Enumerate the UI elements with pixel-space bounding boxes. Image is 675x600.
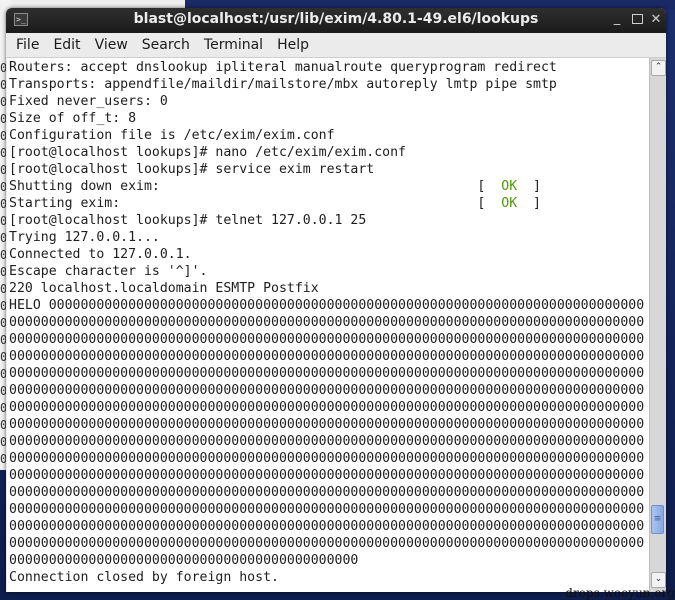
helo-payload-line: 0000000000000000000000000000000000000000… bbox=[9, 315, 645, 330]
status-ok: OK bbox=[501, 196, 518, 211]
service-status-line: Shutting down exim: [ OK ] bbox=[9, 179, 541, 194]
helo-line: HELO 00000000000000000000000000000000000… bbox=[9, 298, 645, 313]
terminal-line: Fixed never_users: 0 bbox=[9, 94, 168, 109]
service-status-line: Starting exim: [ OK ] bbox=[9, 196, 541, 211]
scrollbar-thumb[interactable]: ≡ bbox=[651, 505, 664, 534]
menu-search[interactable]: Search bbox=[135, 34, 197, 56]
helo-payload-line: 0000000000000000000000000000000000000000… bbox=[9, 383, 645, 398]
service-label: Shutting down exim: [ bbox=[9, 179, 502, 194]
scroll-up-button[interactable]: ⌃ bbox=[651, 60, 666, 76]
status-bracket: ] bbox=[533, 179, 541, 194]
menu-help[interactable]: Help bbox=[270, 34, 316, 56]
terminal-line: Configuration file is /etc/exim/exim.con… bbox=[9, 128, 335, 143]
vertical-scrollbar[interactable]: ⌃ ≡ ⌄ bbox=[649, 58, 666, 592]
terminal-line: [root@localhost lookups]# nano /etc/exim… bbox=[9, 145, 406, 160]
terminal-window: >_ blast@localhost:/usr/lib/exim/4.80.1-… bbox=[6, 8, 666, 592]
menu-file[interactable]: File bbox=[9, 34, 46, 56]
terminal-line: Size of off_t: 8 bbox=[9, 111, 137, 126]
helo-payload-line: 0000000000000000000000000000000000000000… bbox=[9, 536, 645, 551]
helo-payload-line: 0000000000000000000000000000000000000000… bbox=[9, 451, 645, 466]
helo-payload-line: 0000000000000000000000000000000000000000… bbox=[9, 349, 645, 364]
minimize-button[interactable]: _ bbox=[610, 11, 624, 26]
terminal-line: Routers: accept dnslookup ipliteral manu… bbox=[9, 60, 557, 75]
terminal-line: [root@localhost lookups]# service exim r… bbox=[9, 162, 375, 177]
helo-payload-line: 0000000000000000000000000000000000000000… bbox=[9, 417, 645, 432]
status-bracket: ] bbox=[533, 196, 541, 211]
helo-payload-line: 0000000000000000000000000000000000000000… bbox=[9, 332, 645, 347]
terminal-line: Connected to 127.0.0.1. bbox=[9, 247, 192, 262]
terminal-line: [root@localhost lookups]# telnet 127.0.0… bbox=[9, 213, 367, 228]
terminal-text: Routers: accept dnslookup ipliteral manu… bbox=[7, 58, 649, 586]
helo-payload-line: 0000000000000000000000000000000000000000… bbox=[9, 468, 645, 483]
maximize-button[interactable] bbox=[630, 12, 644, 28]
window-title: blast@localhost:/usr/lib/exim/4.80.1-49.… bbox=[133, 11, 539, 27]
title-bar[interactable]: >_ blast@localhost:/usr/lib/exim/4.80.1-… bbox=[6, 8, 666, 33]
watermark: drops.wooyun.org bbox=[565, 586, 675, 600]
menu-bar: File Edit View Search Terminal Help bbox=[6, 33, 666, 58]
terminal-line: 220 localhost.localdomain ESMTP Postfix bbox=[9, 281, 319, 296]
helo-payload-line: 0000000000000000000000000000000000000000… bbox=[9, 400, 645, 415]
maximize-icon bbox=[631, 14, 643, 24]
helo-payload-line: 0000000000000000000000000000000000000000… bbox=[9, 519, 645, 534]
menu-terminal[interactable]: Terminal bbox=[197, 34, 270, 56]
status-ok: OK bbox=[501, 179, 518, 194]
connection-closed-line: Connection closed by foreign host. bbox=[9, 570, 279, 585]
helo-payload-line: 0000000000000000000000000000000000000000… bbox=[9, 434, 645, 449]
helo-payload-line: 0000000000000000000000000000000000000000… bbox=[9, 502, 645, 517]
terminal-line: Trying 127.0.0.1... bbox=[9, 230, 160, 245]
helo-payload-line: 0000000000000000000000000000000000000000… bbox=[9, 366, 645, 381]
menu-view[interactable]: View bbox=[88, 34, 135, 56]
helo-payload-line: 0000000000000000000000000000000000000000… bbox=[9, 553, 359, 568]
close-button[interactable]: ✕ bbox=[649, 12, 663, 27]
service-label: Starting exim: [ bbox=[9, 196, 502, 211]
terminal-line: Escape character is '^]'. bbox=[9, 264, 208, 279]
terminal-line: Transports: appendfile/maildir/mailstore… bbox=[9, 77, 557, 92]
helo-payload-line: 0000000000000000000000000000000000000000… bbox=[9, 485, 645, 500]
terminal-output[interactable]: Routers: accept dnslookup ipliteral manu… bbox=[7, 58, 649, 592]
menu-edit[interactable]: Edit bbox=[46, 34, 87, 56]
